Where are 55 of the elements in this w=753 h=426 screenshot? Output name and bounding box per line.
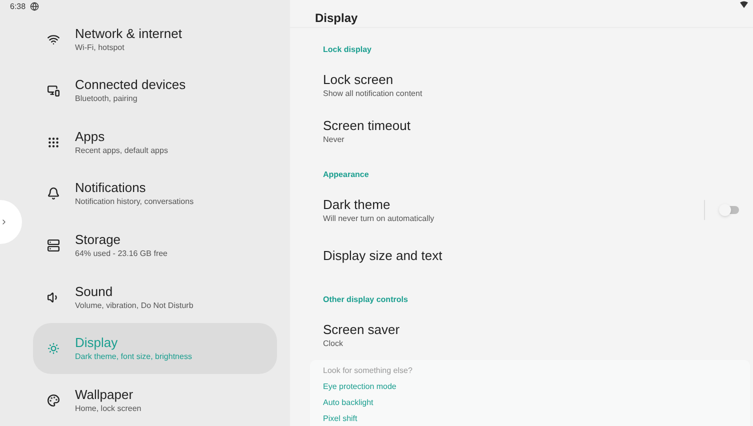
row-title: Lock screen <box>323 72 394 88</box>
palette-icon <box>47 394 60 407</box>
sidebar-item-subtitle: Bluetooth, pairing <box>75 93 138 104</box>
sidebar-item-subtitle: Dark theme, font size, brightness <box>75 351 192 362</box>
sidebar-item[interactable]: Storage 64% used - 23.16 GB free <box>33 220 277 272</box>
sidebar-item[interactable]: Apps Recent apps, default apps <box>33 116 277 168</box>
settings-row[interactable]: Screen saver Clock <box>323 312 753 358</box>
section-header: Appearance <box>323 169 369 181</box>
sidebar-item[interactable]: Wallpaper Home, lock screen <box>33 374 277 426</box>
sidebar-item-subtitle: Volume, vibration, Do Not Disturb <box>75 300 194 311</box>
sidebar-item-title: Wallpaper <box>75 386 134 403</box>
sidebar-item-title: Display <box>75 335 119 352</box>
wifi-signal-icon <box>740 1 748 8</box>
settings-row[interactable]: Screen timeout Never <box>323 108 753 154</box>
sidebar-item[interactable]: Sound Volume, vibration, Do Not Disturb <box>33 271 277 323</box>
sidebar-item-subtitle: Notification history, conversations <box>75 196 194 208</box>
row-title: Display size and text <box>323 248 444 264</box>
section-header: Lock display <box>323 44 372 56</box>
storage-icon <box>47 238 60 252</box>
devices-icon <box>47 84 60 98</box>
brightness-icon <box>47 342 60 356</box>
sidebar-item-title: Connected devices <box>75 77 186 94</box>
settings-row[interactable]: Lock screen Show all notification content <box>323 62 753 108</box>
sidebar-item-title: Apps <box>75 128 106 145</box>
row-title: Screen timeout <box>323 118 412 134</box>
bell-icon <box>47 187 60 200</box>
sidebar-item-subtitle: Recent apps, default apps <box>75 144 168 156</box>
settings-row[interactable]: Display size and text <box>323 233 753 279</box>
status-time: 6:38 <box>10 0 26 13</box>
apps-grid-icon <box>47 136 60 149</box>
row-title: Screen saver <box>323 322 401 338</box>
sidebar-item-title: Storage <box>75 232 122 248</box>
settings-row[interactable]: Dark theme Will never turn on automatically <box>323 196 704 224</box>
row-subtitle: Will never turn on automatically <box>323 212 436 224</box>
sidebar-item-subtitle: 64% used - 23.16 GB free <box>75 248 168 259</box>
sidebar-item-title: Notifications <box>75 180 147 196</box>
sidebar-item-subtitle: Home, lock screen <box>75 402 142 414</box>
row-subtitle: Clock <box>323 338 344 348</box>
row-title: Dark theme <box>323 196 392 212</box>
row-subtitle: Never <box>323 134 346 144</box>
sidebar-item[interactable]: Notifications Notification history, conversations <box>33 168 277 220</box>
row-subtitle: Show all notification content <box>323 88 424 98</box>
toggle-switch[interactable] <box>721 206 739 214</box>
sidebar-item-subtitle: Wi-Fi, hotspot <box>75 42 126 53</box>
chevron-icon <box>0 218 8 226</box>
page-title: Display <box>315 10 358 27</box>
sidebar-item[interactable]: Network & internet Wi-Fi, hotspot <box>33 13 277 65</box>
globe-icon <box>30 2 39 12</box>
speaker-icon <box>47 290 60 304</box>
wifi-icon <box>47 32 60 46</box>
sidebar-item-title: Sound <box>75 284 114 300</box>
section-header: Other display controls <box>323 294 408 306</box>
sidebar-item[interactable]: Connected devices Bluetooth, pairing <box>33 64 277 116</box>
sidebar-item-title: Network & internet <box>75 26 182 42</box>
suggestions-title: Look for something else? <box>323 365 414 377</box>
